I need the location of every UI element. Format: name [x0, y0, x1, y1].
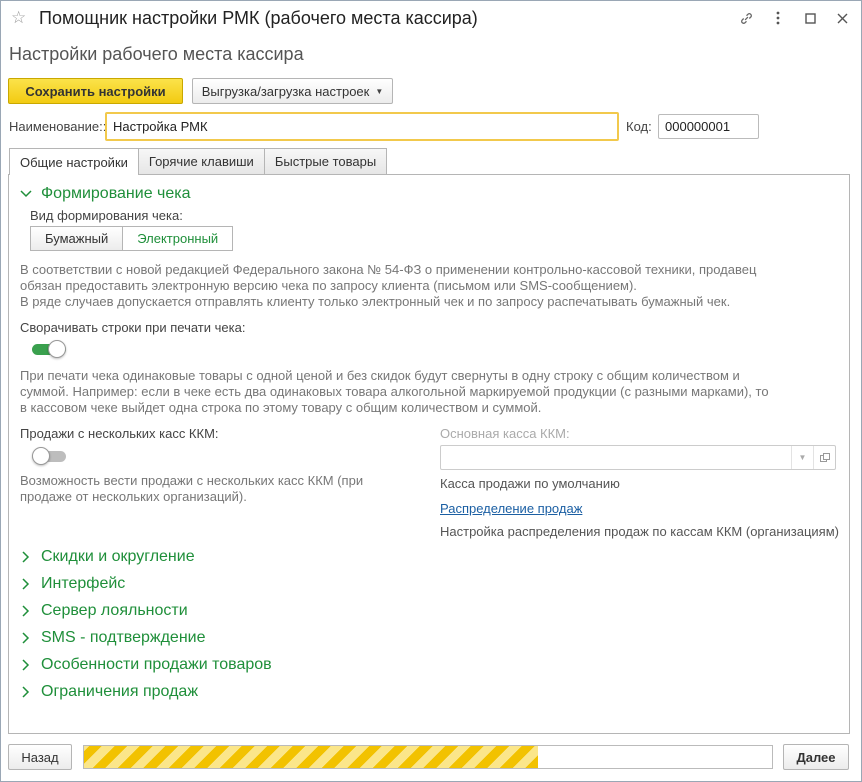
group-title: Ограничения продаж [41, 683, 199, 700]
link-icon[interactable] [737, 9, 755, 27]
law-info-line: В ряде случаев допускается отправлять кл… [20, 294, 731, 309]
group-discounts-header[interactable]: Скидки и округление [19, 548, 195, 566]
chevron-down-icon [19, 190, 33, 198]
tab-quick-goods[interactable]: Быстрые товары [263, 148, 388, 174]
name-label: Наименование:: [9, 119, 107, 134]
star-icon[interactable]: ☆ [11, 9, 29, 27]
chevron-right-icon [19, 578, 33, 590]
collapse-rows-label: Сворачивать строки при печати чека: [20, 320, 246, 335]
receipt-type-label: Вид формирования чека: [30, 208, 183, 223]
law-info-line: В соответствии с новой редакцией Федерал… [20, 262, 757, 277]
group-title: SMS - подтверждение [41, 629, 206, 646]
collapse-hint-line: При печати чека одинаковые товары с одно… [20, 368, 740, 383]
receipt-type-paper[interactable]: Бумажный [30, 226, 124, 251]
assistant-window: ☆ Помощник настройки РМК (рабочего места… [0, 0, 862, 782]
back-button[interactable]: Назад [8, 744, 72, 770]
collapse-hint-line: в кассовом чеке выйдет одна строка по эт… [20, 400, 542, 415]
collapse-rows-hint: При печати чека одинаковые товары с одно… [20, 368, 840, 416]
save-settings-button[interactable]: Сохранить настройки [8, 78, 183, 104]
chevron-right-icon [19, 605, 33, 617]
toggle-knob [48, 340, 66, 358]
collapse-rows-toggle[interactable] [32, 340, 66, 358]
toggle-knob [32, 447, 50, 465]
dropdown-caret-icon: ▼ [375, 86, 384, 96]
tab-general[interactable]: Общие настройки [9, 148, 139, 175]
code-input[interactable] [658, 114, 759, 139]
maximize-icon[interactable] [801, 9, 819, 27]
name-input[interactable] [105, 112, 619, 141]
main-kkm-hint: Касса продажи по умолчанию [440, 476, 620, 491]
group-title: Особенности продажи товаров [41, 656, 272, 673]
close-icon[interactable] [833, 9, 851, 27]
tab-panel-general: Формирование чека Вид формирования чека:… [8, 174, 850, 734]
main-kkm-label: Основная касса ККМ: [440, 426, 570, 441]
law-info-line: обязан предоставить электронную версию ч… [20, 278, 637, 293]
export-import-label: Выгрузка/загрузка настроек [201, 83, 370, 99]
window-title: Помощник настройки РМК (рабочего места к… [39, 8, 478, 28]
more-icon[interactable] [769, 9, 787, 27]
receipt-type-switch: Бумажный Электронный [30, 226, 234, 251]
group-interface-header[interactable]: Интерфейс [19, 575, 125, 593]
group-sms-header[interactable]: SMS - подтверждение [19, 629, 206, 647]
title-bar-controls [737, 9, 851, 27]
form-subtitle: Настройки рабочего места кассира [9, 44, 304, 64]
progress-fill [84, 746, 539, 768]
multi-hint-line: Возможность вести продажи с нескольких к… [20, 473, 364, 488]
chevron-right-icon [19, 551, 33, 563]
chevron-right-icon [19, 686, 33, 698]
sales-distribution-hint: Настройка распределения продаж по кассам… [440, 524, 839, 539]
group-receipt-title: Формирование чека [41, 185, 191, 202]
tab-hotkeys[interactable]: Горячие клавиши [137, 148, 265, 174]
open-icon[interactable] [813, 446, 835, 469]
group-loyalty-header[interactable]: Сервер лояльности [19, 602, 188, 620]
dropdown-arrow-icon[interactable]: ▼ [791, 446, 813, 469]
law-info-text: В соответствии с новой редакцией Федерал… [20, 262, 840, 310]
export-import-button[interactable]: Выгрузка/загрузка настроек ▼ [192, 78, 393, 104]
sales-distribution-link[interactable]: Распределение продаж [440, 501, 582, 516]
chevron-right-icon [19, 632, 33, 644]
wizard-progress-bar [83, 745, 773, 769]
group-receipt-header[interactable]: Формирование чека [19, 185, 191, 203]
group-title: Интерфейс [41, 575, 126, 592]
multi-kkm-toggle[interactable] [32, 447, 66, 465]
collapse-hint-line: суммой. Например: если в чеке есть два о… [20, 384, 769, 399]
group-title: Скидки и округление [41, 548, 195, 565]
title-bar: ☆ Помощник настройки РМК (рабочего места… [1, 1, 861, 37]
next-button[interactable]: Далее [783, 744, 849, 770]
multi-kkm-hint: Возможность вести продажи с нескольких к… [20, 473, 420, 505]
group-restrictions-header[interactable]: Ограничения продаж [19, 683, 198, 701]
receipt-type-electronic[interactable]: Электронный [123, 226, 234, 251]
code-label: Код: [626, 119, 652, 134]
multi-kkm-label: Продажи с нескольких касс ККМ: [20, 426, 219, 441]
group-title: Сервер лояльности [41, 602, 188, 619]
chevron-right-icon [19, 659, 33, 671]
group-sale-features-header[interactable]: Особенности продажи товаров [19, 656, 272, 674]
multi-hint-line: продаже от нескольких организаций). [20, 489, 247, 504]
main-kkm-field[interactable]: ▼ [440, 445, 836, 470]
tab-bar: Общие настройки Горячие клавиши Быстрые … [9, 148, 388, 175]
